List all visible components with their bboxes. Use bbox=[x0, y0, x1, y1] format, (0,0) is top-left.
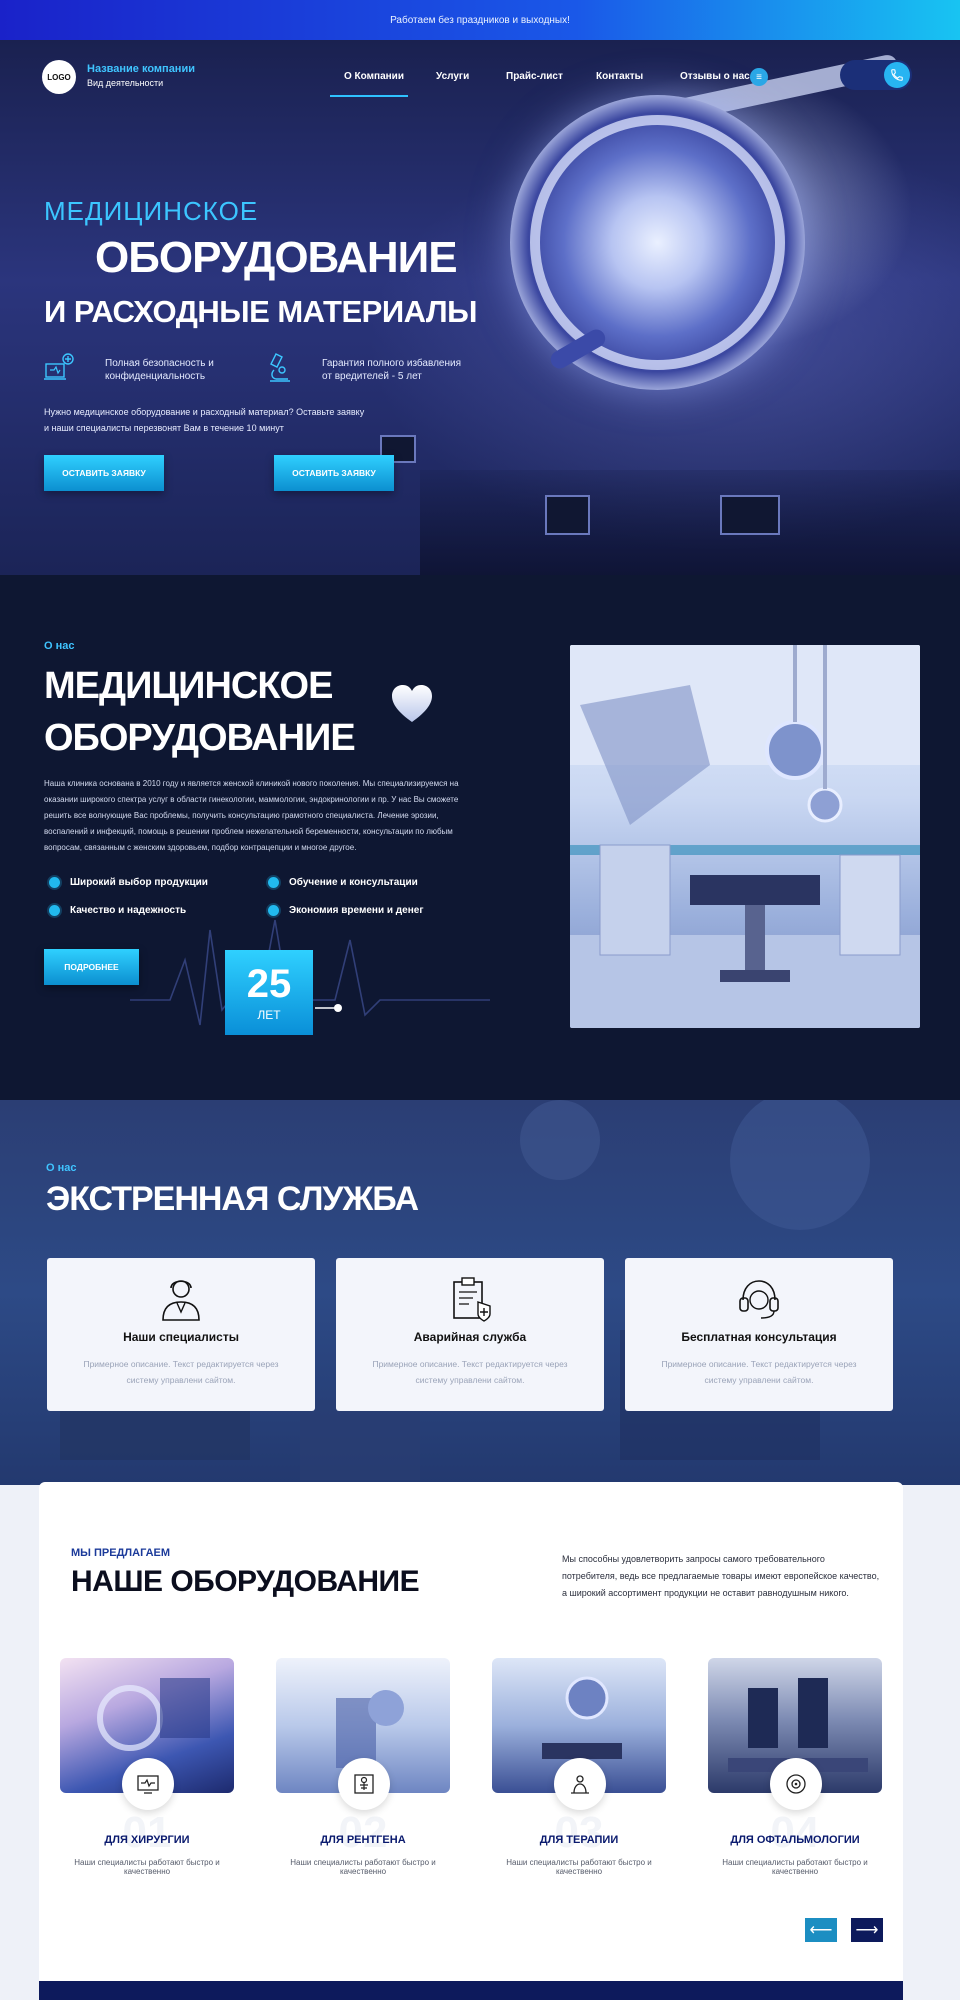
phone-icon[interactable] bbox=[884, 62, 910, 88]
monitor-shape bbox=[545, 495, 590, 535]
emergency-kicker: О нас bbox=[46, 1162, 77, 1174]
bullet-item: Качество и надежность bbox=[49, 905, 186, 916]
service-card[interactable]: Аварийная служба Примерное описание. Тек… bbox=[336, 1258, 604, 1411]
product-title: ДЛЯ ТЕРАПИИ bbox=[539, 1834, 619, 1846]
carousel-next-button[interactable]: ⟶ bbox=[851, 1918, 883, 1942]
product-title: ДЛЯ РЕНТГЕНА bbox=[320, 1834, 406, 1846]
therapy-icon bbox=[571, 1775, 589, 1794]
surgical-lamp-ring bbox=[530, 115, 785, 370]
nav-item-contacts[interactable]: Контакты bbox=[596, 71, 643, 82]
bullet-item: Экономия времени и денег bbox=[268, 905, 423, 916]
years-number: 25 bbox=[246, 961, 292, 1006]
product-number: 02 bbox=[338, 1808, 388, 1857]
service-card-title: Наши специалисты bbox=[123, 1330, 239, 1344]
product-number: 03 bbox=[554, 1808, 604, 1857]
hero-note-line2: и наши специалисты перезвонят Вам в тече… bbox=[44, 423, 284, 433]
service-card-desc: Примерное описание. Текст редактируется … bbox=[83, 1359, 279, 1385]
eye-scan-icon bbox=[786, 1774, 806, 1794]
bullet-dot-icon bbox=[49, 905, 60, 916]
equipment-title: НАШЕ ОБОРУДОВАНИЕ bbox=[71, 1565, 420, 1598]
nav-item-reviews[interactable]: Отзывы о нас bbox=[680, 71, 750, 82]
service-card-title: Бесплатная консультация bbox=[681, 1330, 837, 1344]
product-icon-circle bbox=[338, 1758, 390, 1810]
request-button-1[interactable]: ОСТАВИТЬ ЗАЯВКУ bbox=[44, 455, 164, 491]
years-badge: 25 ЛЕТ bbox=[225, 950, 313, 1035]
about-kicker: О нас bbox=[44, 640, 75, 652]
hero-title-small: МЕДИЦИНСКОЕ bbox=[44, 196, 259, 226]
product-icon-circle bbox=[770, 1758, 822, 1810]
nav-active-underline bbox=[330, 95, 408, 97]
bullet-item: Обучение и консультации bbox=[268, 877, 418, 888]
microscope-icon bbox=[270, 353, 290, 382]
service-card-desc: Примерное описание. Текст редактируется … bbox=[661, 1359, 857, 1385]
hero-feature-1: Полная безопасность и конфиденциальность bbox=[105, 357, 214, 383]
company-block: Название компании Вид деятельности bbox=[87, 63, 195, 88]
product-number: 01 bbox=[122, 1808, 172, 1857]
medical-clipboard-icon bbox=[453, 1277, 491, 1322]
company-name: Название компании bbox=[87, 63, 195, 75]
hero-note-line1: Нужно медицинское оборудование и расходн… bbox=[44, 407, 365, 417]
laptop-medical-icon bbox=[44, 353, 74, 380]
hero-feature-2-line2: от вредителей - 5 лет bbox=[322, 371, 422, 382]
about-text: Наша клиника основана в 2010 году и явля… bbox=[44, 779, 459, 852]
product-desc: Наши специалисты работают быстро и качес… bbox=[722, 1858, 868, 1876]
product-desc: Наши специалисты работают быстро и качес… bbox=[290, 1858, 436, 1876]
bullet-text: Экономия времени и денег bbox=[289, 905, 424, 916]
nav-item-pricelist[interactable]: Прайс-лист bbox=[506, 71, 563, 82]
bullet-text: Качество и надежность bbox=[70, 905, 187, 916]
emergency-title: ЭКСТРЕННАЯ СЛУЖБА bbox=[46, 1180, 419, 1218]
nav-item-services[interactable]: Услуги bbox=[436, 71, 469, 82]
bullet-dot-icon bbox=[268, 877, 279, 888]
product-icon-circle bbox=[122, 1758, 174, 1810]
equipment-desc: Мы способны удовлетворить запросы самого… bbox=[562, 1554, 880, 1598]
about-title: МЕДИЦИНСКОЕ ОБОРУДОВАНИЕ bbox=[44, 660, 356, 764]
about-title-line1: МЕДИЦИНСКОЕ bbox=[44, 665, 333, 707]
xray-icon bbox=[354, 1774, 374, 1794]
logo[interactable]: LOGO bbox=[42, 60, 76, 94]
service-card[interactable]: Бесплатная консультация Примерное описан… bbox=[625, 1258, 893, 1411]
heart-icon bbox=[392, 685, 432, 722]
hero-note: Нужно медицинское оборудование и расходн… bbox=[44, 404, 384, 436]
headset-icon bbox=[739, 1280, 779, 1319]
hero-feature-2-line1: Гарантия полного избавления bbox=[322, 358, 461, 369]
product-title: ДЛЯ ОФТАЛЬМОЛОГИИ bbox=[730, 1834, 860, 1846]
product-desc: Наши специалисты работают быстро и качес… bbox=[74, 1858, 220, 1876]
monitor-heart-icon bbox=[137, 1775, 159, 1794]
nav-item-about[interactable]: О Компании bbox=[344, 71, 404, 82]
menu-icon[interactable]: ≡ bbox=[750, 68, 768, 86]
bullet-dot-icon bbox=[268, 905, 279, 916]
product-number: 04 bbox=[770, 1808, 820, 1857]
bullet-text: Широкий выбор продукции bbox=[70, 877, 208, 888]
product-icon-circle bbox=[554, 1758, 606, 1810]
hero-title-mid: И РАСХОДНЫЕ МАТЕРИАЛЫ bbox=[44, 294, 477, 329]
hero-title-big: ОБОРУДОВАНИЕ bbox=[95, 233, 458, 282]
about-operating-room-photo bbox=[570, 645, 920, 1028]
bullet-dot-icon bbox=[49, 877, 60, 888]
service-card-desc: Примерное описание. Текст редактируется … bbox=[372, 1359, 568, 1385]
request-button-2[interactable]: ОСТАВИТЬ ЗАЯВКУ bbox=[274, 455, 394, 491]
monitor-shape bbox=[720, 495, 780, 535]
hero-feature-2: Гарантия полного избавления от вредителе… bbox=[322, 357, 461, 383]
product-title: ДЛЯ ХИРУРГИИ bbox=[104, 1834, 190, 1846]
bullet-text: Обучение и консультации bbox=[289, 877, 418, 888]
service-card-title: Аварийная служба bbox=[413, 1330, 527, 1344]
about-title-line2: ОБОРУДОВАНИЕ bbox=[44, 717, 356, 759]
footer-strip bbox=[39, 1981, 903, 2000]
service-card[interactable]: Наши специалисты Примерное описание. Тек… bbox=[47, 1258, 315, 1411]
equipment-kicker: МЫ ПРЕДЛАГАЕМ bbox=[71, 1547, 171, 1559]
more-button[interactable]: ПОДРОБНЕЕ bbox=[44, 949, 139, 985]
carousel-prev-button[interactable]: ⟵ bbox=[805, 1918, 837, 1942]
operating-room-backdrop bbox=[420, 470, 960, 575]
product-desc: Наши специалисты работают быстро и качес… bbox=[506, 1858, 652, 1876]
years-unit: ЛЕТ bbox=[257, 1007, 281, 1022]
doctor-icon bbox=[162, 1280, 200, 1321]
logo-text: LOGO bbox=[47, 72, 71, 82]
bullet-item: Широкий выбор продукции bbox=[49, 877, 208, 888]
announcement-text: Работаем без праздников и выходных! bbox=[390, 14, 570, 26]
hero-feature-1-line2: конфиденциальность bbox=[105, 371, 206, 382]
company-kind: Вид деятельности bbox=[87, 78, 164, 88]
announcement-bar: Работаем без праздников и выходных! bbox=[0, 0, 960, 40]
hero-feature-1-line1: Полная безопасность и bbox=[105, 358, 214, 369]
